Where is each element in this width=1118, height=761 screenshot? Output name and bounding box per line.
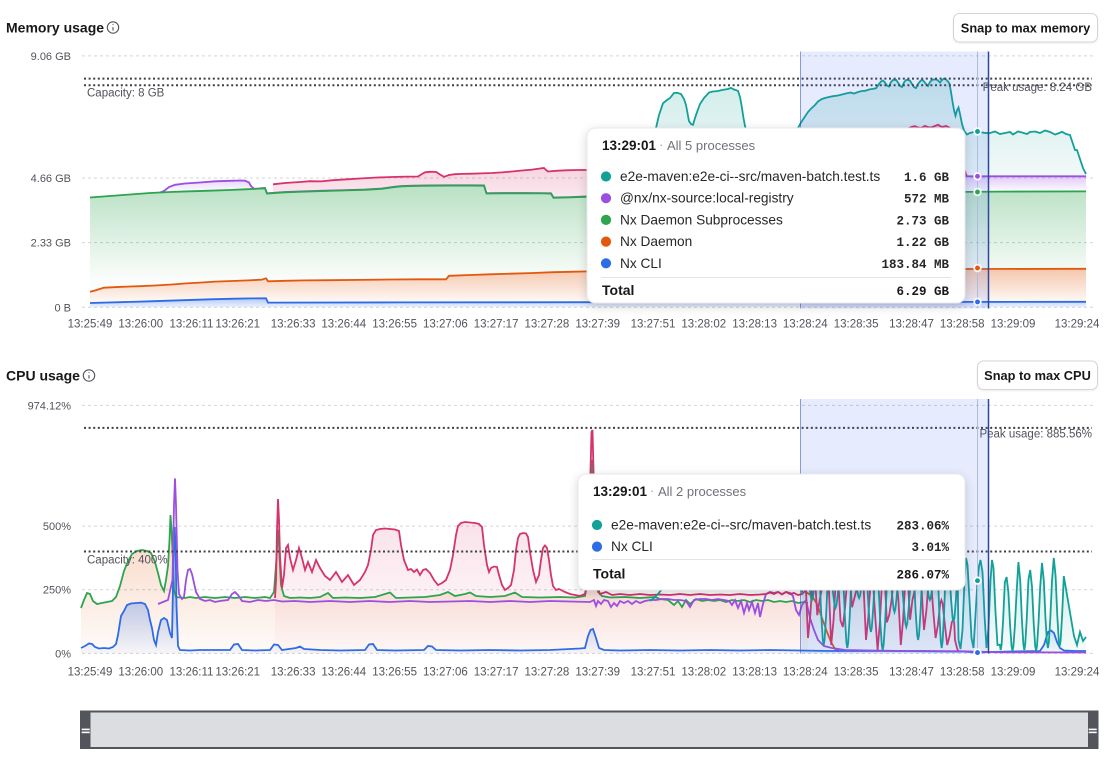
svg-text:13:26:00: 13:26:00 [118,319,163,331]
svg-text:Total: Total [593,566,625,582]
svg-text:500%: 500% [43,521,71,533]
svg-text:13:28:02: 13:28:02 [681,667,726,679]
svg-text:13:26:55: 13:26:55 [372,319,417,331]
svg-text:13:26:44: 13:26:44 [321,319,366,331]
svg-text:183.84 MB: 183.84 MB [881,258,949,272]
svg-text:13:29:24: 13:29:24 [1055,667,1100,679]
svg-text:Capacity: 8 GB: Capacity: 8 GB [87,88,165,100]
svg-text:13:26:33: 13:26:33 [271,319,316,331]
svg-text:572 MB: 572 MB [904,193,950,207]
svg-text:13:26:11: 13:26:11 [170,667,214,679]
svg-text:13:26:55: 13:26:55 [372,667,417,679]
svg-text:250%: 250% [43,585,71,597]
svg-text:13:28:24: 13:28:24 [783,319,828,331]
svg-text:0%: 0% [55,648,71,660]
svg-text:13:28:13: 13:28:13 [732,319,777,331]
svg-text:Nx CLI: Nx CLI [611,539,653,554]
svg-text:9.06 GB: 9.06 GB [31,51,71,63]
svg-text:13:29:09: 13:29:09 [991,667,1036,679]
svg-text:13:28:47: 13:28:47 [889,667,934,679]
svg-text:2.73 GB: 2.73 GB [896,214,949,228]
svg-text:e2e-maven:e2e-ci--src/maven-ba: e2e-maven:e2e-ci--src/maven-batch.test.t… [620,169,880,184]
svg-text:13:26:00: 13:26:00 [118,667,163,679]
svg-text:13:26:21: 13:26:21 [215,667,260,679]
svg-text:Snap to max CPU: Snap to max CPU [984,368,1091,383]
svg-text:13:27:39: 13:27:39 [575,319,620,331]
svg-text:13:26:11: 13:26:11 [170,319,214,331]
svg-text:13:27:17: 13:27:17 [474,667,519,679]
svg-text:13:28:02: 13:28:02 [681,319,726,331]
svg-text:13:28:13: 13:28:13 [732,667,777,679]
svg-text:·: · [659,137,663,152]
svg-text:·: · [650,483,654,498]
svg-text:13:27:06: 13:27:06 [423,667,468,679]
svg-text:Capacity: 400%: Capacity: 400% [87,555,168,567]
svg-text:13:27:28: 13:27:28 [525,667,570,679]
svg-text:Nx CLI: Nx CLI [620,256,662,271]
svg-text:Total: Total [602,282,634,298]
svg-text:13:28:24: 13:28:24 [783,667,828,679]
svg-text:All 2 processes: All 2 processes [658,484,747,499]
svg-text:1.22 GB: 1.22 GB [896,236,949,250]
svg-text:All 5 processes: All 5 processes [667,138,756,153]
svg-text:Nx Daemon Subprocesses: Nx Daemon Subprocesses [620,212,783,227]
svg-text:13:25:49: 13:25:49 [68,319,113,331]
svg-text:13:29:24: 13:29:24 [1055,319,1100,331]
svg-text:Snap to max memory: Snap to max memory [961,21,1091,36]
svg-text:13:28:35: 13:28:35 [834,319,879,331]
svg-text:1.6 GB: 1.6 GB [904,171,950,185]
svg-text:@nx/nx-source:local-registry: @nx/nx-source:local-registry [620,191,794,206]
svg-text:974.12%: 974.12% [28,400,72,412]
svg-text:13:29:09: 13:29:09 [991,319,1036,331]
svg-text:13:28:47: 13:28:47 [889,319,934,331]
svg-text:2.33 GB: 2.33 GB [31,238,71,250]
svg-text:Nx Daemon: Nx Daemon [620,234,692,249]
svg-text:13:27:51: 13:27:51 [631,319,676,331]
svg-text:13:29:01: 13:29:01 [593,484,648,499]
svg-text:CPU usage: CPU usage [6,368,80,384]
svg-text:13:28:35: 13:28:35 [834,667,879,679]
svg-text:13:27:17: 13:27:17 [474,319,519,331]
svg-text:Peak usage: 8.24 GB: Peak usage: 8.24 GB [983,82,1093,94]
svg-text:6.29 GB: 6.29 GB [896,285,949,299]
svg-text:13:28:58: 13:28:58 [940,319,985,331]
svg-text:13:28:58: 13:28:58 [940,667,985,679]
svg-text:13:29:01: 13:29:01 [602,138,657,153]
svg-text:13:27:28: 13:27:28 [525,319,570,331]
svg-text:13:26:21: 13:26:21 [215,319,260,331]
svg-text:13:27:39: 13:27:39 [575,667,620,679]
svg-text:0 B: 0 B [54,302,71,314]
svg-text:13:26:44: 13:26:44 [321,667,366,679]
svg-text:4.66 GB: 4.66 GB [31,173,71,185]
svg-text:13:27:06: 13:27:06 [423,319,468,331]
svg-text:286.07%: 286.07% [896,569,949,583]
svg-text:3.01%: 3.01% [911,541,949,555]
svg-text:13:25:49: 13:25:49 [68,667,113,679]
svg-text:13:27:51: 13:27:51 [631,667,676,679]
svg-text:Memory usage: Memory usage [6,20,104,36]
svg-text:Peak usage: 885.56%: Peak usage: 885.56% [979,429,1092,441]
svg-text:e2e-maven:e2e-ci--src/maven-ba: e2e-maven:e2e-ci--src/maven-batch.test.t… [611,518,871,533]
svg-text:283.06%: 283.06% [896,520,949,534]
svg-text:13:26:33: 13:26:33 [271,667,316,679]
